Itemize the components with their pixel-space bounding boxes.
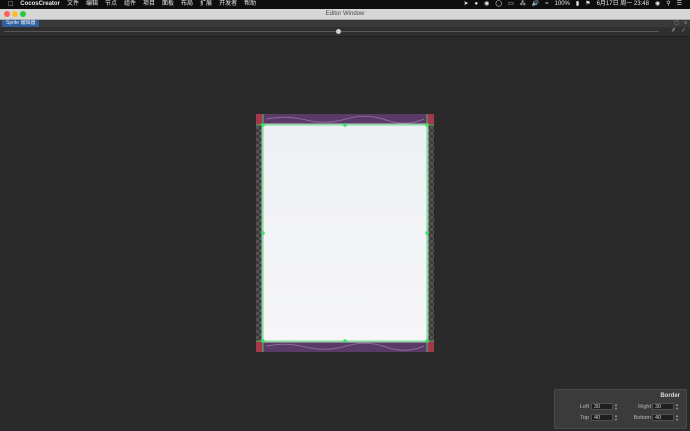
sprite-preview: [256, 114, 434, 352]
sprite-paper: [261, 123, 429, 343]
window-titlebar: Editor Window: [0, 9, 690, 20]
zoom-slider[interactable]: [4, 31, 659, 32]
corner-top-right: [427, 114, 434, 125]
tab-bar: Sprite 编辑器 ▢ ≡: [0, 20, 690, 27]
apple-icon[interactable]: : [8, 0, 13, 9]
window-title: Editor Window: [325, 11, 365, 17]
menu-edit[interactable]: 编辑: [86, 0, 98, 9]
handle-right[interactable]: [425, 231, 429, 235]
right-label: Right: [638, 404, 651, 410]
corner-top-left: [256, 114, 263, 125]
handle-left[interactable]: [261, 231, 265, 235]
corner-bottom-right: [427, 341, 434, 352]
zoom-slider-thumb[interactable]: [335, 29, 341, 34]
left-label: Left: [579, 404, 589, 410]
bottom-input[interactable]: 40: [652, 414, 674, 421]
popout-icon[interactable]: ▢: [674, 20, 679, 27]
menu-help[interactable]: 帮助: [244, 0, 256, 9]
tab-sprite-editor[interactable]: Sprite 编辑器: [2, 20, 40, 27]
right-input[interactable]: 30: [652, 403, 674, 410]
clock-datetime[interactable]: 6月17日 周一 23:48: [597, 0, 649, 9]
status-circle-icon[interactable]: ●: [474, 0, 478, 9]
extension-icon[interactable]: ◉: [484, 0, 489, 9]
battery-icon[interactable]: ▮: [576, 0, 579, 9]
right-stepper[interactable]: ▲ ▼: [675, 403, 679, 411]
corner-bottom-left: [256, 341, 263, 352]
handle-top-left[interactable]: [261, 123, 265, 127]
volume-icon[interactable]: 🔊: [532, 0, 539, 9]
user-icon[interactable]: ◉: [655, 0, 660, 9]
menu-panel[interactable]: 面板: [162, 0, 174, 9]
menu-developer[interactable]: 开发者: [219, 0, 237, 9]
apply-icon[interactable]: ✓: [681, 28, 686, 35]
top-label: Top: [580, 415, 589, 421]
menu-icon[interactable]: ≡: [684, 20, 687, 27]
location-icon[interactable]: ➤: [463, 0, 468, 9]
system-menubar:  CocosCreator 文件 编辑 节点 组件 项目 面板 布局 扩展 开…: [0, 0, 690, 9]
flag-icon[interactable]: ⚑: [585, 0, 590, 9]
bottom-stepper[interactable]: ▲ ▼: [675, 414, 679, 422]
menu-layout[interactable]: 布局: [181, 0, 193, 9]
handle-top-right[interactable]: [425, 123, 429, 127]
airplay-icon[interactable]: ▭: [508, 0, 514, 9]
menu-project[interactable]: 项目: [143, 0, 155, 9]
handle-bottom-left[interactable]: [261, 339, 265, 343]
top-input[interactable]: 40: [591, 414, 613, 421]
menu-node[interactable]: 节点: [105, 0, 117, 9]
control-center-icon[interactable]: ☰: [677, 0, 682, 9]
menu-file[interactable]: 文件: [67, 0, 79, 9]
top-stepper[interactable]: ▲ ▼: [614, 414, 618, 422]
battery-percent[interactable]: 100%: [555, 0, 570, 9]
handle-bottom-right[interactable]: [425, 339, 429, 343]
handle-bottom[interactable]: [343, 339, 347, 343]
revert-icon[interactable]: ✗: [671, 28, 676, 35]
menu-component[interactable]: 组件: [124, 0, 136, 9]
search-icon[interactable]: ⚲: [666, 0, 670, 9]
menu-extension[interactable]: 扩展: [200, 0, 212, 9]
editor-toolbar: ✗ ✓: [0, 27, 690, 37]
border-panel: Border Left 30 ▲ ▼ Right 30 ▲ ▼ Top 40 ▲ ▼ …: [554, 389, 687, 429]
wifi-icon[interactable]: ≈: [545, 0, 548, 9]
record-icon[interactable]: ◯: [495, 0, 502, 9]
border-panel-title: Border: [660, 393, 680, 399]
handle-top[interactable]: [343, 123, 347, 127]
left-stepper[interactable]: ▲ ▼: [614, 403, 618, 411]
left-input[interactable]: 30: [591, 403, 613, 410]
menu-app-name[interactable]: CocosCreator: [20, 0, 60, 9]
bluetooth-icon[interactable]: ⁂: [520, 0, 526, 9]
bottom-label: Bottom: [633, 415, 651, 421]
